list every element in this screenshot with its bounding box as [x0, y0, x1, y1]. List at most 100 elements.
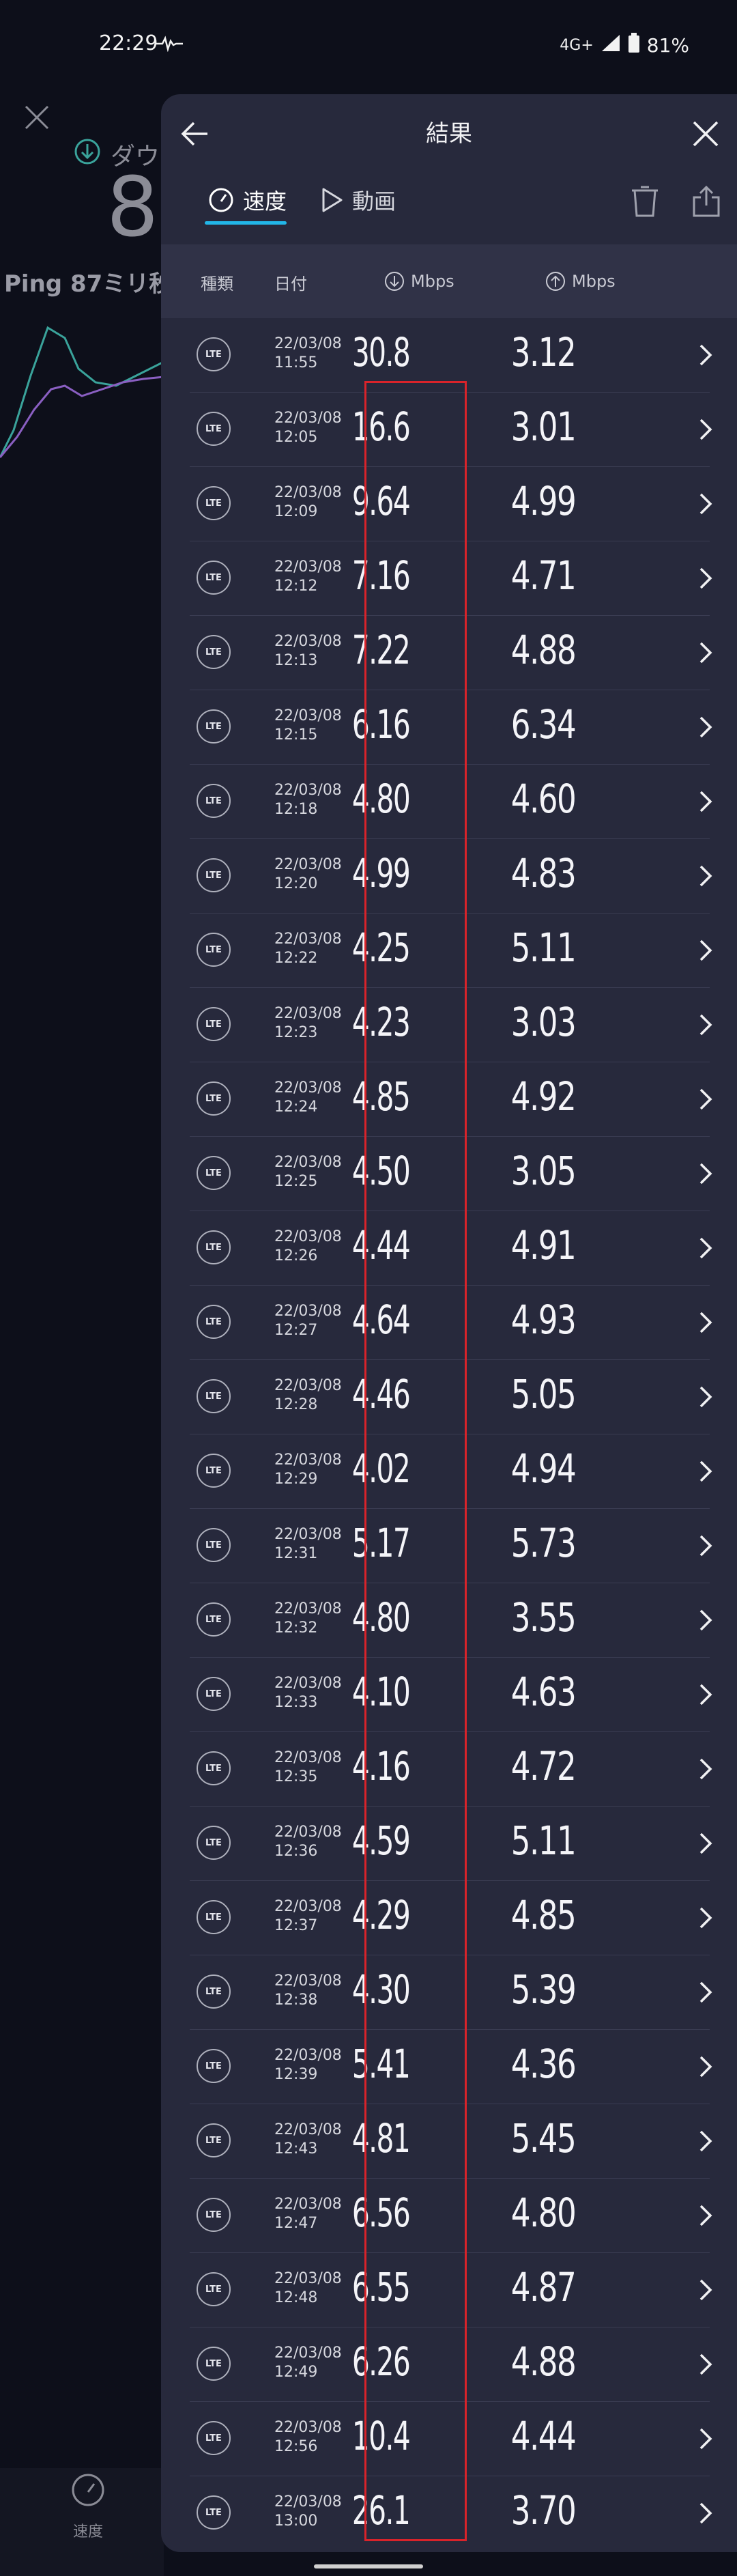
row-download-value: 4.23	[351, 999, 411, 1045]
table-row[interactable]: LTE 22/03/08 12:35 4.16 4.72	[190, 1732, 712, 1807]
table-row[interactable]: LTE 22/03/08 12:39 5.41 4.36	[190, 2030, 712, 2104]
row-upload-value: 6.34	[510, 701, 577, 748]
row-upload-value: 5.11	[510, 1817, 577, 1864]
row-datetime: 22/03/08 12:48	[274, 2269, 342, 2308]
lte-badge-icon: LTE	[197, 2272, 231, 2306]
chevron-right-icon	[692, 490, 719, 518]
row-datetime: 22/03/08 13:00	[274, 2493, 342, 2531]
row-download-value: 4.80	[351, 776, 411, 822]
table-header: 種類 日付 Mbps Mbps	[161, 244, 737, 318]
row-download-value: 4.64	[351, 1297, 411, 1343]
row-date: 22/03/08	[274, 2196, 342, 2213]
table-row[interactable]: LTE 22/03/08 12:33 4.10 4.63	[190, 1658, 712, 1732]
row-date: 22/03/08	[274, 1079, 342, 1096]
page-title: 結果	[426, 120, 472, 147]
row-download-value: 5.41	[351, 2041, 411, 2087]
tab-speed[interactable]: 速度	[207, 184, 287, 216]
row-download-value: 4.30	[351, 1966, 411, 2013]
table-row[interactable]: LTE 22/03/08 12:13 7.22 4.88	[190, 616, 712, 690]
row-datetime: 22/03/08 12:49	[274, 2344, 342, 2382]
row-date: 22/03/08	[274, 2345, 342, 2362]
row-upload-value: 3.12	[510, 329, 577, 376]
chevron-right-icon	[692, 416, 719, 443]
lte-badge-icon: LTE	[197, 2198, 231, 2232]
row-datetime: 22/03/08 12:12	[274, 558, 342, 596]
delete-button[interactable]	[626, 183, 663, 220]
table-row[interactable]: LTE 22/03/08 12:27 4.64 4.93	[190, 1286, 712, 1360]
table-row[interactable]: LTE 22/03/08 12:09 9.64 4.99	[190, 467, 712, 541]
row-time: 12:09	[274, 503, 318, 520]
share-button[interactable]	[688, 183, 725, 220]
home-indicator[interactable]	[314, 2564, 423, 2568]
row-download-value: 7.22	[351, 627, 411, 673]
table-row[interactable]: LTE 22/03/08 12:24 4.85 4.92	[190, 1062, 712, 1137]
table-row[interactable]: LTE 22/03/08 12:12 7.16 4.71	[190, 541, 712, 616]
tab-speed-label: 速度	[243, 188, 287, 214]
chevron-right-icon	[692, 1532, 719, 1559]
lte-badge-icon: LTE	[197, 1826, 231, 1860]
row-date: 22/03/08	[274, 484, 342, 501]
row-download-value: 30.8	[351, 329, 411, 376]
lte-badge-icon: LTE	[197, 561, 231, 595]
row-datetime: 22/03/08 12:33	[274, 1674, 342, 1712]
row-time: 12:27	[274, 1322, 318, 1339]
row-datetime: 22/03/08 12:25	[274, 1153, 342, 1191]
row-date: 22/03/08	[274, 1824, 342, 1841]
row-datetime: 22/03/08 12:23	[274, 1004, 342, 1043]
row-upload-value: 4.88	[510, 2338, 577, 2385]
background-speed-graph	[0, 300, 164, 467]
chevron-right-icon	[692, 1830, 719, 1857]
lte-badge-icon: LTE	[197, 1528, 231, 1562]
row-upload-value: 3.03	[510, 999, 577, 1045]
row-download-value: 4.44	[351, 1222, 411, 1269]
status-time: 22:29	[99, 31, 158, 55]
battery-icon	[628, 33, 640, 58]
table-row[interactable]: LTE 22/03/08 12:37 4.29 4.85	[190, 1881, 712, 1955]
table-row[interactable]: LTE 22/03/08 12:48 6.55 4.87	[190, 2253, 712, 2327]
close-button[interactable]	[687, 115, 725, 153]
table-row[interactable]: LTE 22/03/08 12:47 6.56 4.80	[190, 2179, 712, 2253]
column-download: Mbps	[384, 270, 454, 292]
row-upload-value: 4.36	[510, 2041, 577, 2087]
bottom-tab-speed[interactable]: 速度	[70, 2472, 106, 2541]
table-row[interactable]: LTE 22/03/08 12:25 4.50 3.05	[190, 1137, 712, 1211]
download-arrow-icon	[385, 272, 404, 291]
lte-badge-icon: LTE	[197, 1751, 231, 1785]
table-row[interactable]: LTE 22/03/08 11:55 30.8 3.12	[190, 318, 712, 393]
table-row[interactable]: LTE 22/03/08 12:18 4.80 4.60	[190, 765, 712, 839]
row-date: 22/03/08	[274, 1303, 342, 1320]
table-row[interactable]: LTE 22/03/08 12:43 4.81 5.45	[190, 2104, 712, 2179]
row-datetime: 22/03/08 12:29	[274, 1451, 342, 1489]
table-row[interactable]: LTE 22/03/08 12:49 6.26 4.88	[190, 2327, 712, 2402]
row-time: 13:00	[274, 2513, 318, 2530]
row-upload-value: 4.63	[510, 1669, 577, 1715]
chevron-right-icon	[692, 2202, 719, 2229]
lte-badge-icon: LTE	[197, 2495, 231, 2530]
row-datetime: 22/03/08 12:37	[274, 1897, 342, 1936]
table-row[interactable]: LTE 22/03/08 12:26 4.44 4.91	[190, 1211, 712, 1286]
lte-badge-icon: LTE	[197, 1677, 231, 1711]
table-row[interactable]: LTE 22/03/08 12:32 4.80 3.55	[190, 1583, 712, 1658]
lte-badge-icon: LTE	[197, 1305, 231, 1339]
row-time: 12:39	[274, 2066, 318, 2083]
table-row[interactable]: LTE 22/03/08 12:31 5.17 5.73	[190, 1509, 712, 1583]
row-upload-value: 4.92	[510, 1073, 577, 1120]
chevron-right-icon	[692, 1086, 719, 1113]
chevron-right-icon	[692, 639, 719, 666]
table-row[interactable]: LTE 22/03/08 12:38 4.30 5.39	[190, 1955, 712, 2030]
table-row[interactable]: LTE 22/03/08 12:15 6.16 6.34	[190, 690, 712, 765]
table-row[interactable]: LTE 22/03/08 12:22 4.25 5.11	[190, 914, 712, 988]
table-row[interactable]: LTE 22/03/08 12:36 4.59 5.11	[190, 1807, 712, 1881]
chevron-right-icon	[692, 937, 719, 964]
row-download-value: 6.26	[351, 2338, 411, 2385]
table-row[interactable]: LTE 22/03/08 12:23 4.23 3.03	[190, 988, 712, 1062]
row-datetime: 22/03/08 12:05	[274, 409, 342, 447]
table-row[interactable]: LTE 22/03/08 12:28 4.46 5.05	[190, 1360, 712, 1434]
table-row[interactable]: LTE 22/03/08 12:05 16.6 3.01	[190, 393, 712, 467]
table-row[interactable]: LTE 22/03/08 12:56 10.4 4.44	[190, 2402, 712, 2476]
table-row[interactable]: LTE 22/03/08 12:29 4.02 4.94	[190, 1434, 712, 1509]
chevron-right-icon	[692, 1755, 719, 1783]
tab-video[interactable]: 動画	[319, 184, 396, 216]
table-row[interactable]: LTE 22/03/08 12:20 4.99 4.83	[190, 839, 712, 914]
table-row[interactable]: LTE 22/03/08 13:00 26.1 3.70	[190, 2476, 712, 2551]
